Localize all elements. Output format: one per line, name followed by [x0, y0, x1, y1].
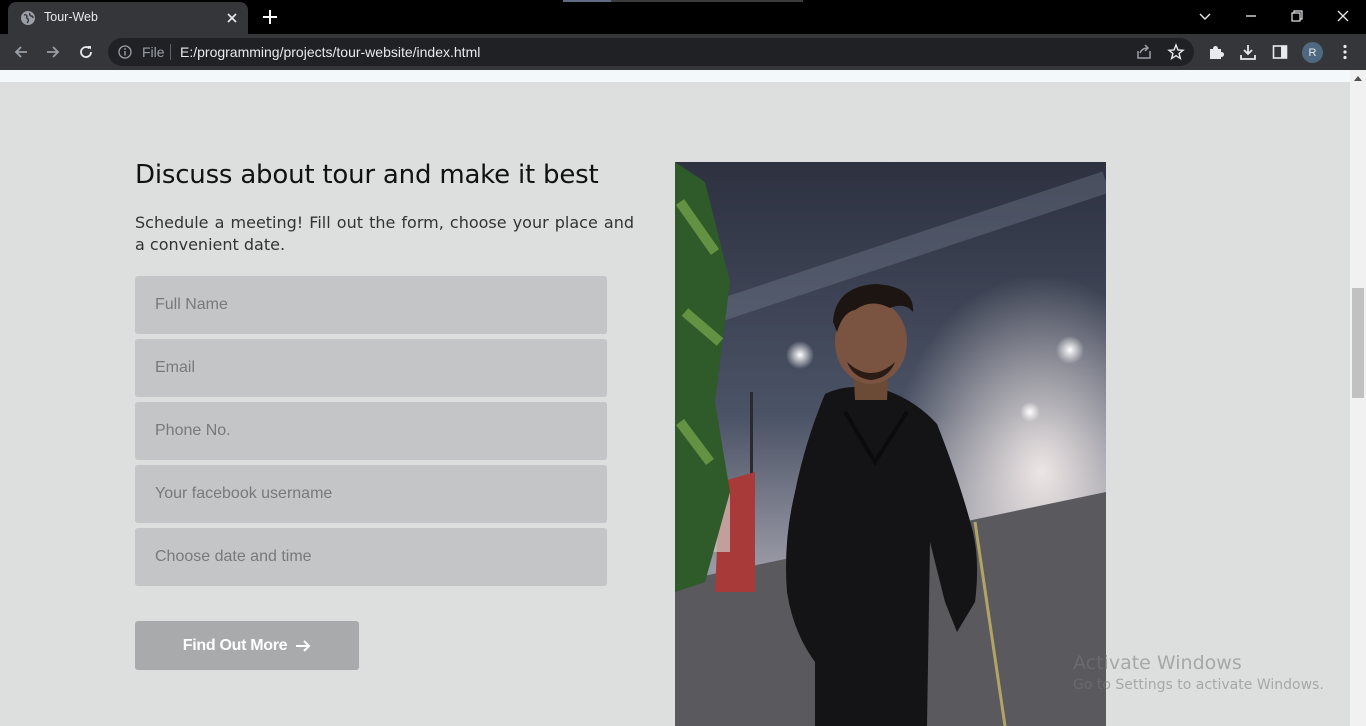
profile-initial: R: [1308, 46, 1317, 59]
full-name-input[interactable]: [135, 276, 607, 334]
section-description: Schedule a meeting! Fill out the form, c…: [135, 213, 634, 254]
globe-icon: [21, 11, 35, 25]
plus-icon[interactable]: [260, 7, 280, 27]
arrow-right-icon: [296, 639, 311, 652]
info-icon[interactable]: [118, 45, 132, 59]
close-icon[interactable]: [224, 10, 240, 26]
share-icon[interactable]: [1135, 43, 1153, 61]
reload-icon[interactable]: [77, 43, 95, 61]
more-vert-icon[interactable]: [1336, 43, 1354, 61]
scrollbar-thumb[interactable]: [1352, 288, 1364, 398]
activation-watermark-subtitle: Go to Settings to activate Windows.: [1073, 677, 1324, 693]
download-icon[interactable]: [1239, 43, 1257, 61]
puzzle-extension-icon[interactable]: [1207, 43, 1225, 61]
profile-avatar[interactable]: R: [1302, 42, 1323, 63]
page-top-strip: [0, 70, 1350, 82]
datetime-input[interactable]: [135, 528, 607, 586]
email-input[interactable]: [135, 339, 607, 397]
browser-tab-strip: Tour-Web: [0, 0, 1366, 34]
browser-tab[interactable]: Tour-Web: [8, 2, 248, 34]
section-heading: Discuss about tour and make it best: [135, 160, 599, 190]
tab-strip-indicator: [563, 0, 803, 2]
window-close-icon[interactable]: [1333, 6, 1353, 26]
side-panel-icon[interactable]: [1271, 43, 1289, 61]
find-out-more-label: Find Out More: [182, 636, 288, 654]
phone-input[interactable]: [135, 402, 607, 460]
star-icon[interactable]: [1167, 43, 1185, 61]
tab-title: Tour-Web: [44, 10, 98, 24]
find-out-more-button[interactable]: Find Out More: [135, 621, 359, 670]
tour-guide-photo: [675, 162, 1106, 726]
page-scrollbar[interactable]: [1350, 70, 1366, 726]
scroll-up-arrow-icon[interactable]: [1353, 74, 1363, 82]
url-text[interactable]: E:/programming/projects/tour-website/ind…: [180, 44, 480, 60]
back-arrow-icon[interactable]: [12, 43, 30, 61]
url-scheme-label: File: [142, 44, 165, 60]
chevron-down-icon[interactable]: [1195, 6, 1215, 26]
restore-icon[interactable]: [1287, 6, 1307, 26]
minimize-icon[interactable]: [1241, 6, 1261, 26]
forward-arrow-icon[interactable]: [44, 43, 62, 61]
omnibox-separator: [170, 44, 171, 60]
facebook-username-input[interactable]: [135, 465, 607, 523]
activation-watermark-title: Activate Windows: [1073, 652, 1242, 674]
